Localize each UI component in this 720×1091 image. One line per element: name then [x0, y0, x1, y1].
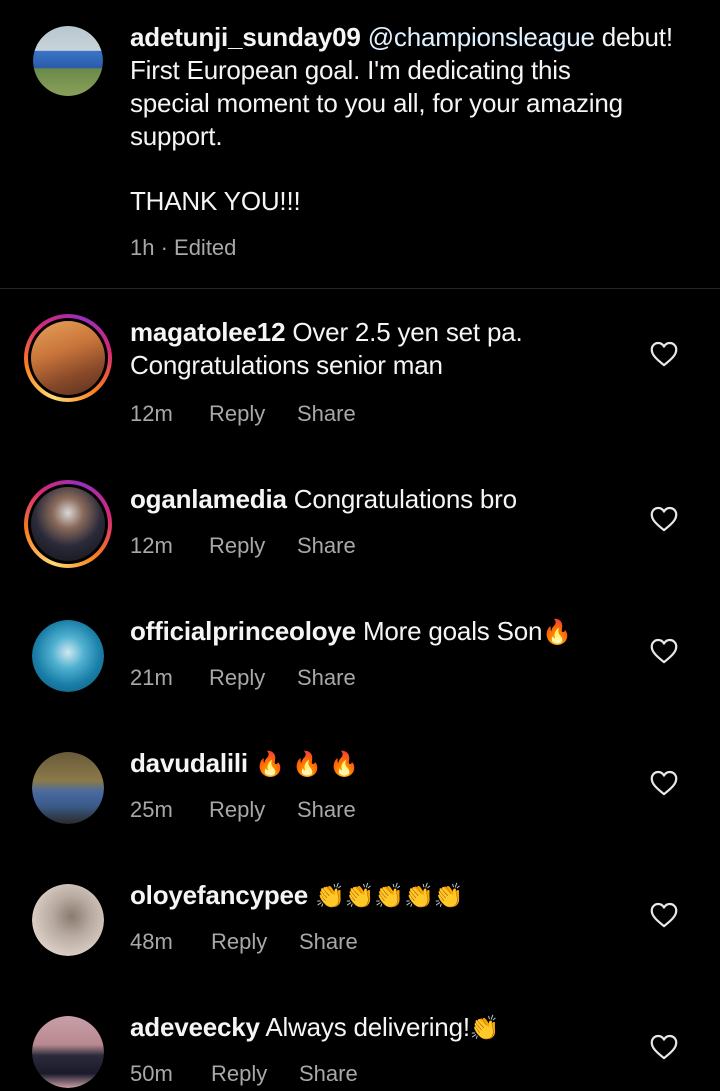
- caption-username[interactable]: adetunji_sunday09: [130, 22, 361, 52]
- comment-item: oganlamedia Congratulations bro 12m Reply…: [0, 478, 720, 578]
- comment-username[interactable]: oganlamedia: [130, 484, 287, 514]
- comment-body: Over 2.5 yen set pa.: [292, 317, 523, 347]
- comment-meta: 12m Reply Share: [130, 401, 356, 427]
- caption-meta: 1h · Edited: [130, 235, 237, 260]
- comment-text: magatolee12 Over 2.5 yen set pa. Congrat…: [130, 316, 523, 382]
- comment-text: adeveecky Always delivering!👏: [130, 1011, 500, 1045]
- comment-avatar[interactable]: [32, 1016, 104, 1088]
- comment-username[interactable]: adeveecky: [130, 1012, 260, 1042]
- comment-item: officialprinceoloye More goals Son🔥 21m R…: [0, 610, 720, 710]
- comment-body: Congratulations senior man: [130, 350, 443, 380]
- comment-avatar[interactable]: [32, 620, 104, 692]
- story-ring-avatar[interactable]: [24, 480, 112, 568]
- caption-line: special moment to you all, for your amaz…: [130, 88, 623, 118]
- clap-emoji: 👏👏👏👏👏: [315, 882, 464, 910]
- share-button[interactable]: Share: [299, 1061, 358, 1087]
- comment-text: oloyefancypee 👏👏👏👏👏: [130, 879, 464, 913]
- share-button[interactable]: Share: [299, 929, 358, 955]
- heart-outline-icon[interactable]: [650, 770, 678, 796]
- comment-meta: 12m Reply Share: [130, 533, 356, 559]
- fire-emoji: 🔥: [542, 618, 572, 646]
- reply-button[interactable]: Reply: [209, 401, 297, 427]
- comment-username[interactable]: davudalili: [130, 748, 248, 778]
- reply-button[interactable]: Reply: [211, 1061, 299, 1087]
- comment-meta: 50m Reply Share: [130, 1061, 358, 1087]
- reply-button[interactable]: Reply: [209, 533, 297, 559]
- comment-time: 12m: [130, 533, 173, 558]
- heart-outline-icon[interactable]: [650, 1034, 678, 1060]
- comment-username[interactable]: oloyefancypee: [130, 880, 308, 910]
- comment-avatar[interactable]: [32, 752, 104, 824]
- share-button[interactable]: Share: [297, 797, 356, 823]
- comment-username[interactable]: officialprinceoloye: [130, 616, 356, 646]
- caption-author-avatar[interactable]: [33, 26, 103, 96]
- fire-emoji: 🔥 🔥 🔥: [254, 750, 359, 778]
- heart-outline-icon[interactable]: [650, 638, 678, 664]
- comment-item: adeveecky Always delivering!👏 50m Reply Sh…: [0, 1006, 720, 1091]
- share-button[interactable]: Share: [297, 665, 356, 691]
- comment-text: davudalili 🔥 🔥 🔥: [130, 747, 359, 781]
- comment-meta: 21m Reply Share: [130, 665, 356, 691]
- comment-text: oganlamedia Congratulations bro: [130, 483, 517, 516]
- comment-meta: 48m Reply Share: [130, 929, 358, 955]
- reply-button[interactable]: Reply: [209, 665, 297, 691]
- comment-meta: 25m Reply Share: [130, 797, 356, 823]
- heart-outline-icon[interactable]: [650, 902, 678, 928]
- post-caption: adetunji_sunday09 @championsleague debut…: [0, 0, 720, 288]
- comment-item: oloyefancypee 👏👏👏👏👏 48m Reply Share: [0, 874, 720, 974]
- comment-body: More goals Son: [362, 616, 543, 646]
- comment-time: 21m: [130, 665, 173, 690]
- heart-outline-icon[interactable]: [650, 341, 678, 367]
- story-ring-avatar[interactable]: [24, 314, 112, 402]
- comment-time: 25m: [130, 797, 173, 822]
- caption-thanks: THANK YOU!!!: [130, 186, 301, 216]
- caption-line: support.: [130, 121, 223, 151]
- comment-time: 50m: [130, 1061, 173, 1086]
- reply-button[interactable]: Reply: [209, 797, 297, 823]
- divider: [0, 288, 720, 289]
- caption-line: First European goal. I'm dedicating this: [130, 55, 571, 85]
- comment-body: Congratulations bro: [293, 484, 517, 514]
- comment-body: Always delivering!: [265, 1012, 470, 1042]
- mention-link[interactable]: @championsleague: [368, 22, 595, 52]
- comment-avatar[interactable]: [32, 884, 104, 956]
- reply-button[interactable]: Reply: [211, 929, 299, 955]
- heart-outline-icon[interactable]: [650, 506, 678, 532]
- share-button[interactable]: Share: [297, 401, 356, 427]
- comment-username[interactable]: magatolee12: [130, 317, 286, 347]
- clap-emoji: 👏: [469, 1014, 500, 1042]
- share-button[interactable]: Share: [297, 533, 356, 559]
- comment-time: 12m: [130, 401, 173, 426]
- comment-item: davudalili 🔥 🔥 🔥 25m Reply Share: [0, 742, 720, 842]
- caption-line: debut!: [601, 22, 673, 52]
- comment-item: magatolee12 Over 2.5 yen set pa. Congrat…: [0, 312, 720, 442]
- comment-text: officialprinceoloye More goals Son🔥: [130, 615, 572, 649]
- caption-text: adetunji_sunday09 @championsleague debut…: [130, 21, 673, 153]
- comment-time: 48m: [130, 929, 173, 954]
